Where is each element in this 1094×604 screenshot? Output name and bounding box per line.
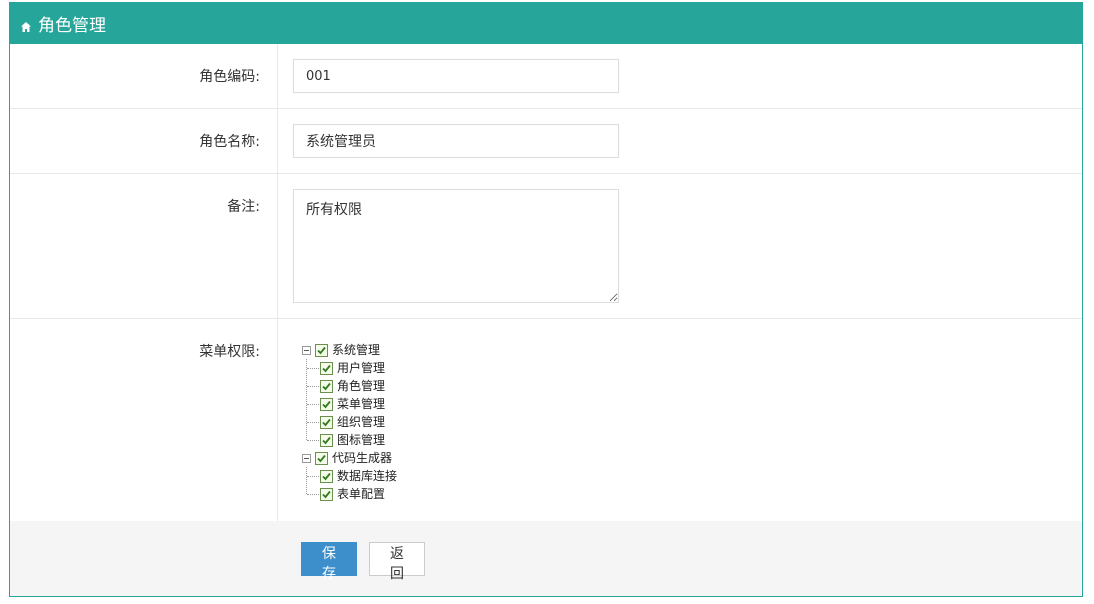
- checkbox-checked-icon[interactable]: [320, 379, 333, 393]
- checkbox-checked-icon[interactable]: [315, 343, 328, 357]
- tree-node-label[interactable]: 数据库连接: [337, 467, 397, 485]
- save-button[interactable]: 保存: [301, 542, 357, 582]
- checkbox-checked-icon[interactable]: [320, 397, 333, 411]
- remark-label: 备注:: [10, 174, 278, 318]
- collapse-toggle-icon[interactable]: [302, 345, 311, 355]
- checkbox-checked-icon[interactable]: [320, 487, 333, 501]
- code-input[interactable]: [293, 59, 619, 93]
- back-button[interactable]: 返回: [369, 542, 425, 582]
- checkbox-checked-icon[interactable]: [320, 433, 333, 447]
- tree-leaf: 数据库连接: [307, 467, 1082, 485]
- tree-node-label[interactable]: 角色管理: [337, 377, 385, 395]
- tree-node-label[interactable]: 表单配置: [337, 485, 385, 503]
- tree-node-label[interactable]: 图标管理: [337, 431, 385, 449]
- checkbox-checked-icon[interactable]: [320, 361, 333, 375]
- panel-header: 角色管理: [10, 3, 1082, 44]
- tree-leaf: 菜单管理: [307, 395, 1082, 413]
- home-icon: [20, 18, 32, 32]
- tree-leaf: 图标管理: [307, 431, 1082, 449]
- tree-children: 用户管理 角色管理 菜单管理 组织管理 图标管理: [302, 359, 1082, 449]
- page-title: 角色管理: [38, 16, 106, 36]
- tree-children: 数据库连接 表单配置: [302, 467, 1082, 503]
- tree-leaf: 角色管理: [307, 377, 1082, 395]
- checkbox-checked-icon[interactable]: [315, 451, 328, 465]
- tree-node-label[interactable]: 系统管理: [332, 341, 380, 359]
- form-row-code: 角色编码:: [10, 44, 1082, 109]
- tree-leaf: 用户管理: [307, 359, 1082, 377]
- collapse-toggle-icon[interactable]: [302, 453, 311, 463]
- menu-label: 菜单权限:: [10, 319, 278, 521]
- code-label: 角色编码:: [10, 44, 278, 108]
- tree-node-label[interactable]: 菜单管理: [337, 395, 385, 413]
- tree-node-label[interactable]: 代码生成器: [332, 449, 392, 467]
- remark-textarea[interactable]: 所有权限: [293, 189, 619, 303]
- tree-node-label[interactable]: 用户管理: [337, 359, 385, 377]
- tree-leaf: 表单配置: [307, 485, 1082, 503]
- checkbox-checked-icon[interactable]: [320, 469, 333, 483]
- tree-leaf: 组织管理: [307, 413, 1082, 431]
- name-input[interactable]: [293, 124, 619, 158]
- form-footer: 保存 返回: [10, 521, 1082, 596]
- form-row-menu: 菜单权限: 系统管理 用户管理 角色管理 菜单管理 组织管理 图标管理 代码生成…: [10, 319, 1082, 522]
- role-panel: 角色管理 角色编码: 角色名称: 备注: 所有权限 菜单权限:: [9, 2, 1083, 597]
- tree-group: 代码生成器: [302, 449, 1082, 467]
- tree-node-label[interactable]: 组织管理: [337, 413, 385, 431]
- tree-group: 系统管理: [302, 341, 1082, 359]
- name-label: 角色名称:: [10, 109, 278, 173]
- checkbox-checked-icon[interactable]: [320, 415, 333, 429]
- menu-tree: 系统管理 用户管理 角色管理 菜单管理 组织管理 图标管理 代码生成器 数据库连…: [293, 334, 1082, 503]
- form-row-name: 角色名称:: [10, 109, 1082, 174]
- form-row-remark: 备注: 所有权限: [10, 174, 1082, 319]
